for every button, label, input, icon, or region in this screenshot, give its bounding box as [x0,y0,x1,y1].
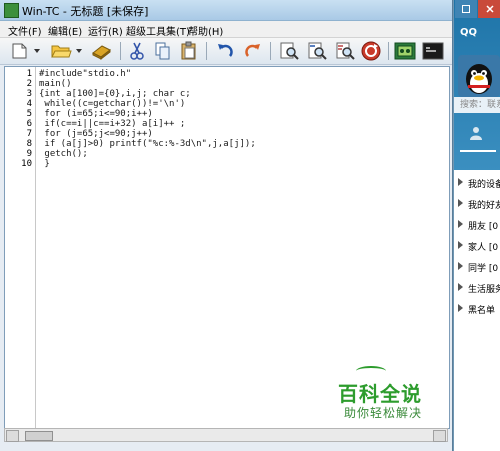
line-number: 1 [26,69,32,79]
toolbar-separator [388,42,389,60]
contact-list: 我的设备 我的好友 朋友 [0 家人 [0 同学 [0 生活服务 黑名单 [454,170,500,451]
contacts-icon[interactable] [468,125,484,141]
code-line[interactable]: #include"stdio.h" [39,69,131,79]
find-icon[interactable] [278,40,300,62]
run-icon[interactable] [422,40,444,62]
code-line[interactable]: getch(); [39,149,87,159]
chevron-right-icon [458,199,463,207]
line-number: 7 [26,129,32,139]
scrollbar-thumb[interactable] [25,431,53,441]
list-item[interactable]: 家人 [0 [454,235,500,257]
chevron-right-icon [458,241,463,249]
code-line[interactable]: for (j=65;j<=90;j++) [39,129,152,139]
list-item[interactable]: 朋友 [0 [454,214,500,236]
wintc-app-icon [4,3,19,18]
code-line[interactable]: } [39,159,49,169]
menu-run[interactable]: 运行(R) [88,23,123,38]
line-number: 3 [26,89,32,99]
line-number: 4 [26,99,32,109]
list-item[interactable]: 生活服务 [454,277,500,299]
refresh-icon[interactable] [360,40,382,62]
chevron-right-icon [458,220,463,228]
status-bar [0,443,452,451]
save-icon[interactable] [90,40,112,62]
list-item[interactable]: 同学 [0 [454,256,500,278]
qq-header: QQ 搜索：联系 [454,0,500,170]
scroll-right-icon[interactable] [433,430,446,442]
toolbar [0,38,452,65]
watermark-logo-icon [356,366,386,376]
watermark-slogan: 助你轻松解决 [344,406,423,420]
line-number: 10 [21,159,32,169]
list-item[interactable]: 黑名单 [454,298,500,320]
code-line[interactable]: main() [39,79,72,89]
line-number: 2 [26,79,32,89]
compile-icon[interactable] [394,40,416,62]
avatar[interactable] [458,55,500,97]
list-item[interactable]: 我的好友 [454,193,500,215]
list-item[interactable]: 我的设备 [454,172,500,194]
line-number-gutter: 1 2 3 4 5 6 7 8 9 10 [5,67,36,428]
code-line[interactable]: if (a[j]>0) printf("%c:%-3d\n",j,a[j]); [39,139,255,149]
cut-icon[interactable] [126,40,148,62]
toolbar-separator [206,42,207,60]
tab-indicator [460,150,496,152]
chevron-right-icon [458,262,463,270]
open-dropdown-chevron-icon[interactable] [74,40,84,62]
code-line[interactable]: while((c=getchar())!='\n') [39,99,185,109]
menu-file[interactable]: 文件(F) [8,23,42,38]
toolbar-separator [270,42,271,60]
chevron-right-icon [458,304,463,312]
watermark-brand: 百科全说 [338,382,422,406]
line-number: 9 [26,149,32,159]
chevron-right-icon [458,178,463,186]
menu-help[interactable]: 帮助(H) [188,23,223,38]
window-title: Win-TC - 无标题 [未保存] [22,5,149,18]
horizontal-scrollbar[interactable] [4,428,448,442]
code-line[interactable]: {int a[100]={0},i,j; char c; [39,89,191,99]
chevron-right-icon [458,283,463,291]
code-line[interactable]: for (i=65;i<=90;i++) [39,109,152,119]
open-folder-icon[interactable] [50,40,72,62]
replace-icon[interactable] [334,40,356,62]
qq-title: QQ [460,27,478,38]
toolbar-separator [120,42,121,60]
line-number: 6 [26,119,32,129]
menu-bar: 文件(F) 编辑(E) 运行(R) 超级工具集(T) 帮助(H) [0,21,452,38]
copy-icon[interactable] [152,40,174,62]
search-input[interactable]: 搜索：联系 [454,97,500,113]
find-next-icon[interactable] [306,40,328,62]
menu-tools[interactable]: 超级工具集(T) [126,23,190,38]
menu-edit[interactable]: 编辑(E) [48,23,82,38]
scroll-left-icon[interactable] [6,430,19,442]
new-dropdown-chevron-icon[interactable] [32,40,42,62]
qq-panel: QQ 搜索：联系 我的设备 我的好友 朋友 [0 家人 [0 同学 [0 生活服… [453,0,500,451]
undo-icon[interactable] [214,40,236,62]
title-bar[interactable]: Win-TC - 无标题 [未保存] [0,0,452,21]
code-line[interactable]: if(c==i||c==i+32) a[i]++ ; [39,119,185,129]
maximize-button[interactable] [455,0,477,18]
redo-icon[interactable] [242,40,264,62]
new-file-icon[interactable] [8,40,30,62]
line-number: 5 [26,109,32,119]
paste-icon[interactable] [178,40,200,62]
line-number: 8 [26,139,32,149]
close-button[interactable] [478,0,500,18]
